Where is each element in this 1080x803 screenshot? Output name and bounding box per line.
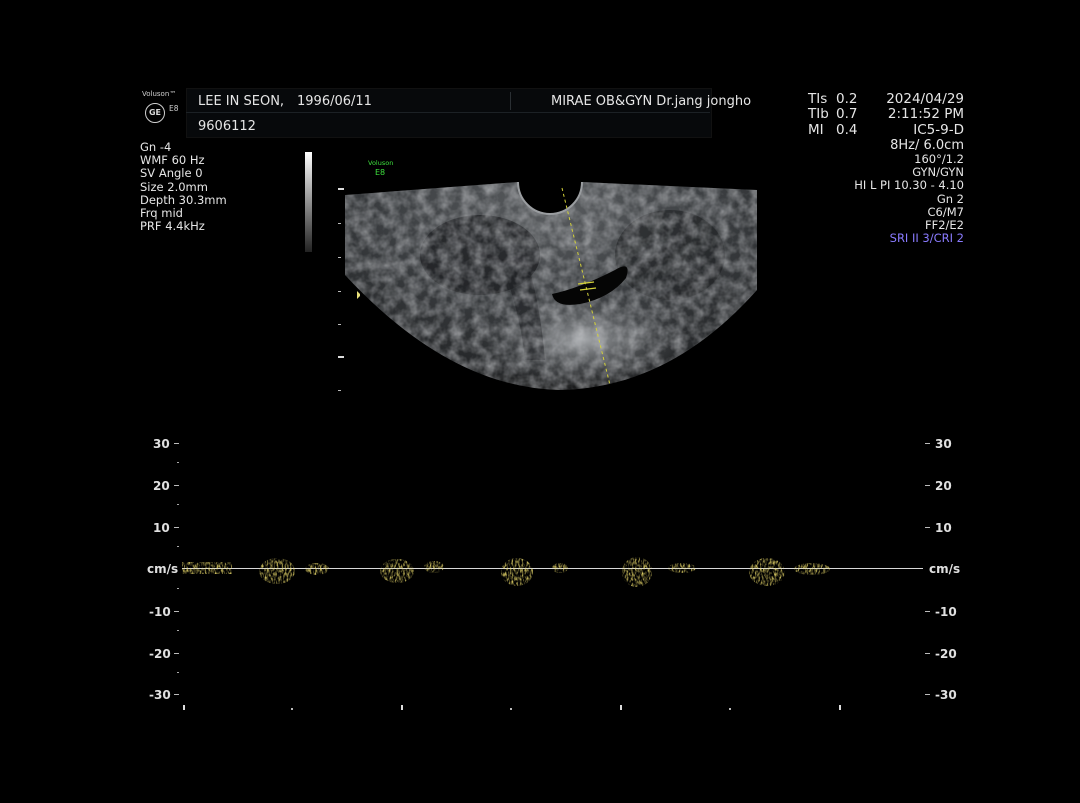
- probe-name: IC5-9-D: [913, 122, 964, 138]
- clinic-name: MIRAE OB&GYN Dr.jang jongho: [551, 94, 752, 109]
- brand-label: Voluson™: [142, 90, 177, 98]
- left-label-n30: -30: [149, 688, 171, 702]
- param-gain-right: Gn 2: [936, 191, 964, 206]
- mi-label: MI: [808, 122, 824, 138]
- right-label-20: 20: [935, 479, 952, 493]
- exam-time: 2:11:52 PM: [887, 106, 964, 122]
- right-tick-n20: [925, 653, 930, 654]
- left-label-n20: -20: [149, 647, 171, 661]
- grayscale-bar: [305, 152, 312, 252]
- left-parameter-list: Gn -4 WMF 60 Hz SV Angle 0 Size 2.0mm De…: [140, 140, 227, 234]
- patient-name: LEE IN SEON,: [198, 94, 285, 109]
- tis-value: 0.2: [836, 91, 858, 107]
- header-divider: [510, 92, 511, 110]
- tib-value: 0.7: [836, 106, 858, 122]
- right-tick-30: [925, 443, 930, 444]
- param-hi-pi: HI L PI 10.30 - 4.10: [854, 178, 964, 193]
- right-tick-n10: [925, 611, 930, 612]
- param-sv-angle: SV Angle 0: [140, 166, 203, 181]
- patient-dob: 1996/06/11: [297, 94, 372, 109]
- tib-label: TIb: [808, 106, 829, 122]
- right-tick-n30: [925, 694, 930, 695]
- param-prf: PRF 4.4kHz: [140, 219, 205, 234]
- right-label-30: 30: [935, 437, 952, 451]
- right-tick-20: [925, 485, 930, 486]
- tis-label: TIs: [808, 91, 828, 107]
- param-sri: SRI II 3/CRI 2: [889, 231, 964, 246]
- left-label-10: 10: [153, 521, 170, 535]
- left-label-30: 30: [153, 437, 170, 451]
- exam-date: 2024/04/29: [886, 91, 964, 107]
- right-parameter-list: 160°/1.2 GYN/GYN HI L PI 10.30 - 4.10 Gn…: [800, 152, 964, 246]
- time-axis-ticks: [183, 705, 841, 710]
- left-label-20: 20: [153, 479, 170, 493]
- right-tick-10: [925, 527, 930, 528]
- ultrasound-image: [345, 181, 757, 390]
- frequency-depth: 8Hz/ 6.0cm: [890, 138, 964, 153]
- patient-id: 9606112: [198, 119, 256, 134]
- right-label-n10: -10: [935, 605, 957, 619]
- right-unit-label: cm/s: [929, 562, 961, 576]
- model-label: E8: [169, 104, 179, 113]
- right-label-10: 10: [935, 521, 952, 535]
- doppler-spectrum: [182, 557, 830, 587]
- left-label-n10: -10: [149, 605, 171, 619]
- ge-logo-icon: GE: [145, 103, 165, 123]
- right-label-n20: -20: [935, 647, 957, 661]
- left-unit-label: cm/s: [147, 562, 179, 576]
- mi-value: 0.4: [836, 122, 858, 138]
- header-row-divider: [186, 112, 710, 113]
- param-size: Size 2.0mm: [140, 179, 208, 194]
- right-label-n30: -30: [935, 688, 957, 702]
